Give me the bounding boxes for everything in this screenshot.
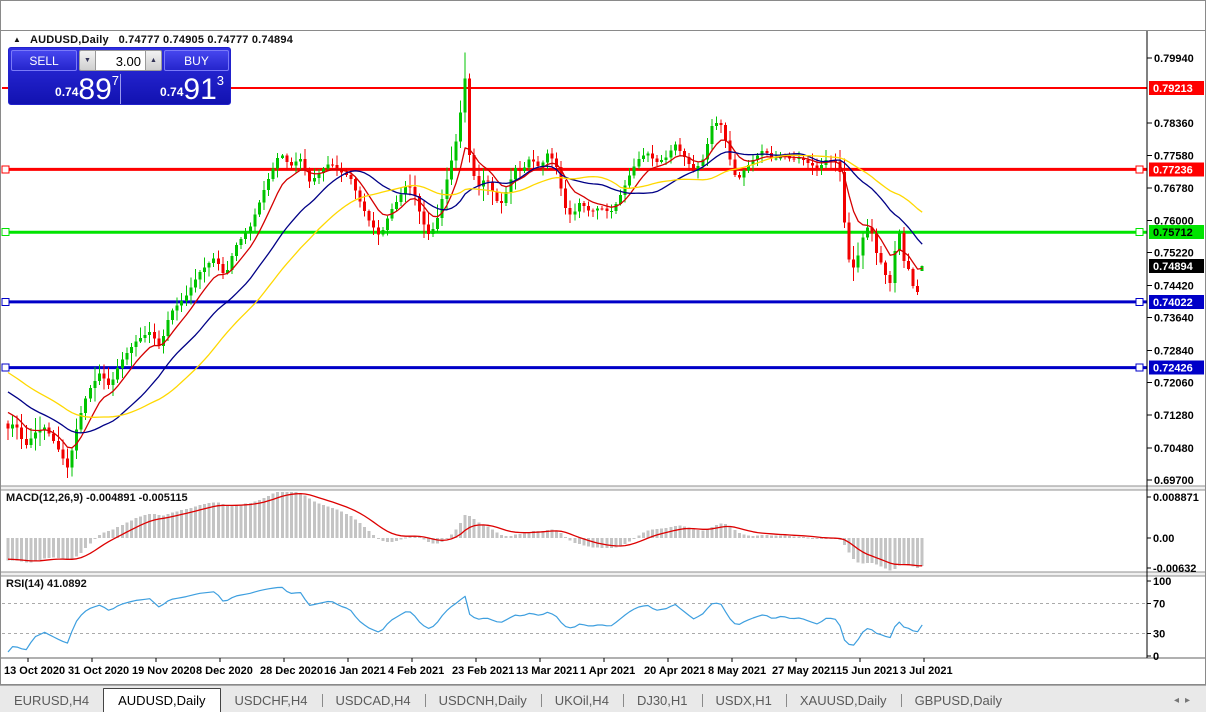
svg-text:8 May 2021: 8 May 2021 [708, 665, 766, 677]
svg-text:0.77580: 0.77580 [1154, 150, 1194, 162]
svg-text:30: 30 [1153, 629, 1165, 641]
volume-increase-icon[interactable]: ▲ [145, 50, 162, 71]
svg-text:13 Oct 2020: 13 Oct 2020 [4, 665, 65, 677]
buy-price-pip: 3 [216, 73, 224, 88]
svg-text:3 Jul 2021: 3 Jul 2021 [900, 665, 953, 677]
sell-price[interactable]: 0.74897 [9, 73, 119, 106]
svg-text:0.79213: 0.79213 [1153, 83, 1193, 95]
symbol-name: AUDUSD,Daily [29, 34, 109, 46]
buy-price-prefix: 0.74 [160, 85, 184, 99]
trade-panel-controls: SELL ▼ 3.00 ▲ BUY [9, 48, 230, 72]
svg-text:0.72426: 0.72426 [1153, 363, 1193, 375]
svg-text:0.69700: 0.69700 [1154, 475, 1194, 487]
one-click-trade-panel: SELL ▼ 3.00 ▲ BUY 0.74897 0.74913 [8, 47, 231, 106]
svg-text:13 Mar 2021: 13 Mar 2021 [516, 665, 578, 677]
volume-decrease-icon[interactable]: ▼ [79, 50, 96, 71]
svg-text:0.75220: 0.75220 [1154, 248, 1194, 260]
buy-price-main: 91 [183, 73, 217, 106]
buy-price[interactable]: 0.74913 [122, 73, 230, 106]
svg-text:4 Feb 2021: 4 Feb 2021 [388, 665, 444, 677]
svg-text:19 Nov 2020: 19 Nov 2020 [132, 665, 196, 677]
svg-text:100: 100 [1153, 576, 1171, 588]
svg-text:8 Dec 2020: 8 Dec 2020 [196, 665, 253, 677]
buy-button[interactable]: BUY [164, 50, 229, 71]
svg-text:0.72840: 0.72840 [1154, 346, 1194, 358]
symbol-title: ▲ AUDUSD,Daily 0.74777 0.74905 0.74777 0… [13, 34, 293, 46]
svg-text:0: 0 [1153, 651, 1159, 663]
price-divider [120, 74, 121, 104]
svg-text:70: 70 [1153, 599, 1165, 611]
svg-text:0.70480: 0.70480 [1154, 443, 1194, 455]
macd-indicator-label: MACD(12,26,9) -0.004891 -0.005115 [6, 492, 188, 504]
trading-terminal: 5 M30 H1 H4 D1 W1 MN 0.799400.783600.775… [0, 0, 1206, 712]
svg-text:0.74022: 0.74022 [1153, 297, 1193, 309]
svg-text:0.78360: 0.78360 [1154, 118, 1194, 130]
sell-price-pip: 7 [111, 73, 119, 88]
svg-text:15 Jun 2021: 15 Jun 2021 [836, 665, 898, 677]
svg-text:0.77236: 0.77236 [1153, 164, 1193, 176]
svg-text:0.74894: 0.74894 [1153, 261, 1194, 273]
svg-text:31 Oct 2020: 31 Oct 2020 [68, 665, 129, 677]
ohlc-quote: 0.74777 0.74905 0.74777 0.74894 [118, 34, 294, 46]
svg-text:0.75712: 0.75712 [1153, 227, 1193, 239]
sell-button[interactable]: SELL [11, 50, 77, 71]
svg-text:1 Apr 2021: 1 Apr 2021 [580, 665, 635, 677]
svg-text:0.72060: 0.72060 [1154, 378, 1194, 390]
sell-price-main: 89 [78, 73, 112, 106]
svg-text:0.71280: 0.71280 [1154, 410, 1194, 422]
rsi-indicator-label: RSI(14) 41.0892 [6, 578, 87, 590]
svg-text:-0.00632: -0.00632 [1153, 563, 1196, 575]
tab-audusd-daily-active[interactable]: AUDUSD,Daily [103, 688, 221, 712]
svg-text:28 Dec 2020: 28 Dec 2020 [260, 665, 323, 677]
collapse-panel-icon[interactable]: ▲ [13, 35, 21, 44]
sell-price-prefix: 0.74 [55, 85, 79, 99]
svg-text:23 Feb 2021: 23 Feb 2021 [452, 665, 514, 677]
svg-text:20 Apr 2021: 20 Apr 2021 [644, 665, 705, 677]
svg-text:0.76780: 0.76780 [1154, 183, 1194, 195]
chart-canvas[interactable]: 0.799400.783600.775800.767800.760000.752… [0, 0, 1206, 712]
svg-text:0.73640: 0.73640 [1154, 313, 1194, 325]
volume-input[interactable]: 3.00 [96, 50, 145, 71]
svg-text:0.79940: 0.79940 [1154, 53, 1194, 65]
svg-text:27 May 2021: 27 May 2021 [772, 665, 836, 677]
svg-text:0.00: 0.00 [1153, 533, 1174, 545]
svg-text:0.008871: 0.008871 [1153, 492, 1199, 504]
svg-text:0.74420: 0.74420 [1154, 280, 1194, 292]
svg-text:16 Jan 2021: 16 Jan 2021 [324, 665, 386, 677]
